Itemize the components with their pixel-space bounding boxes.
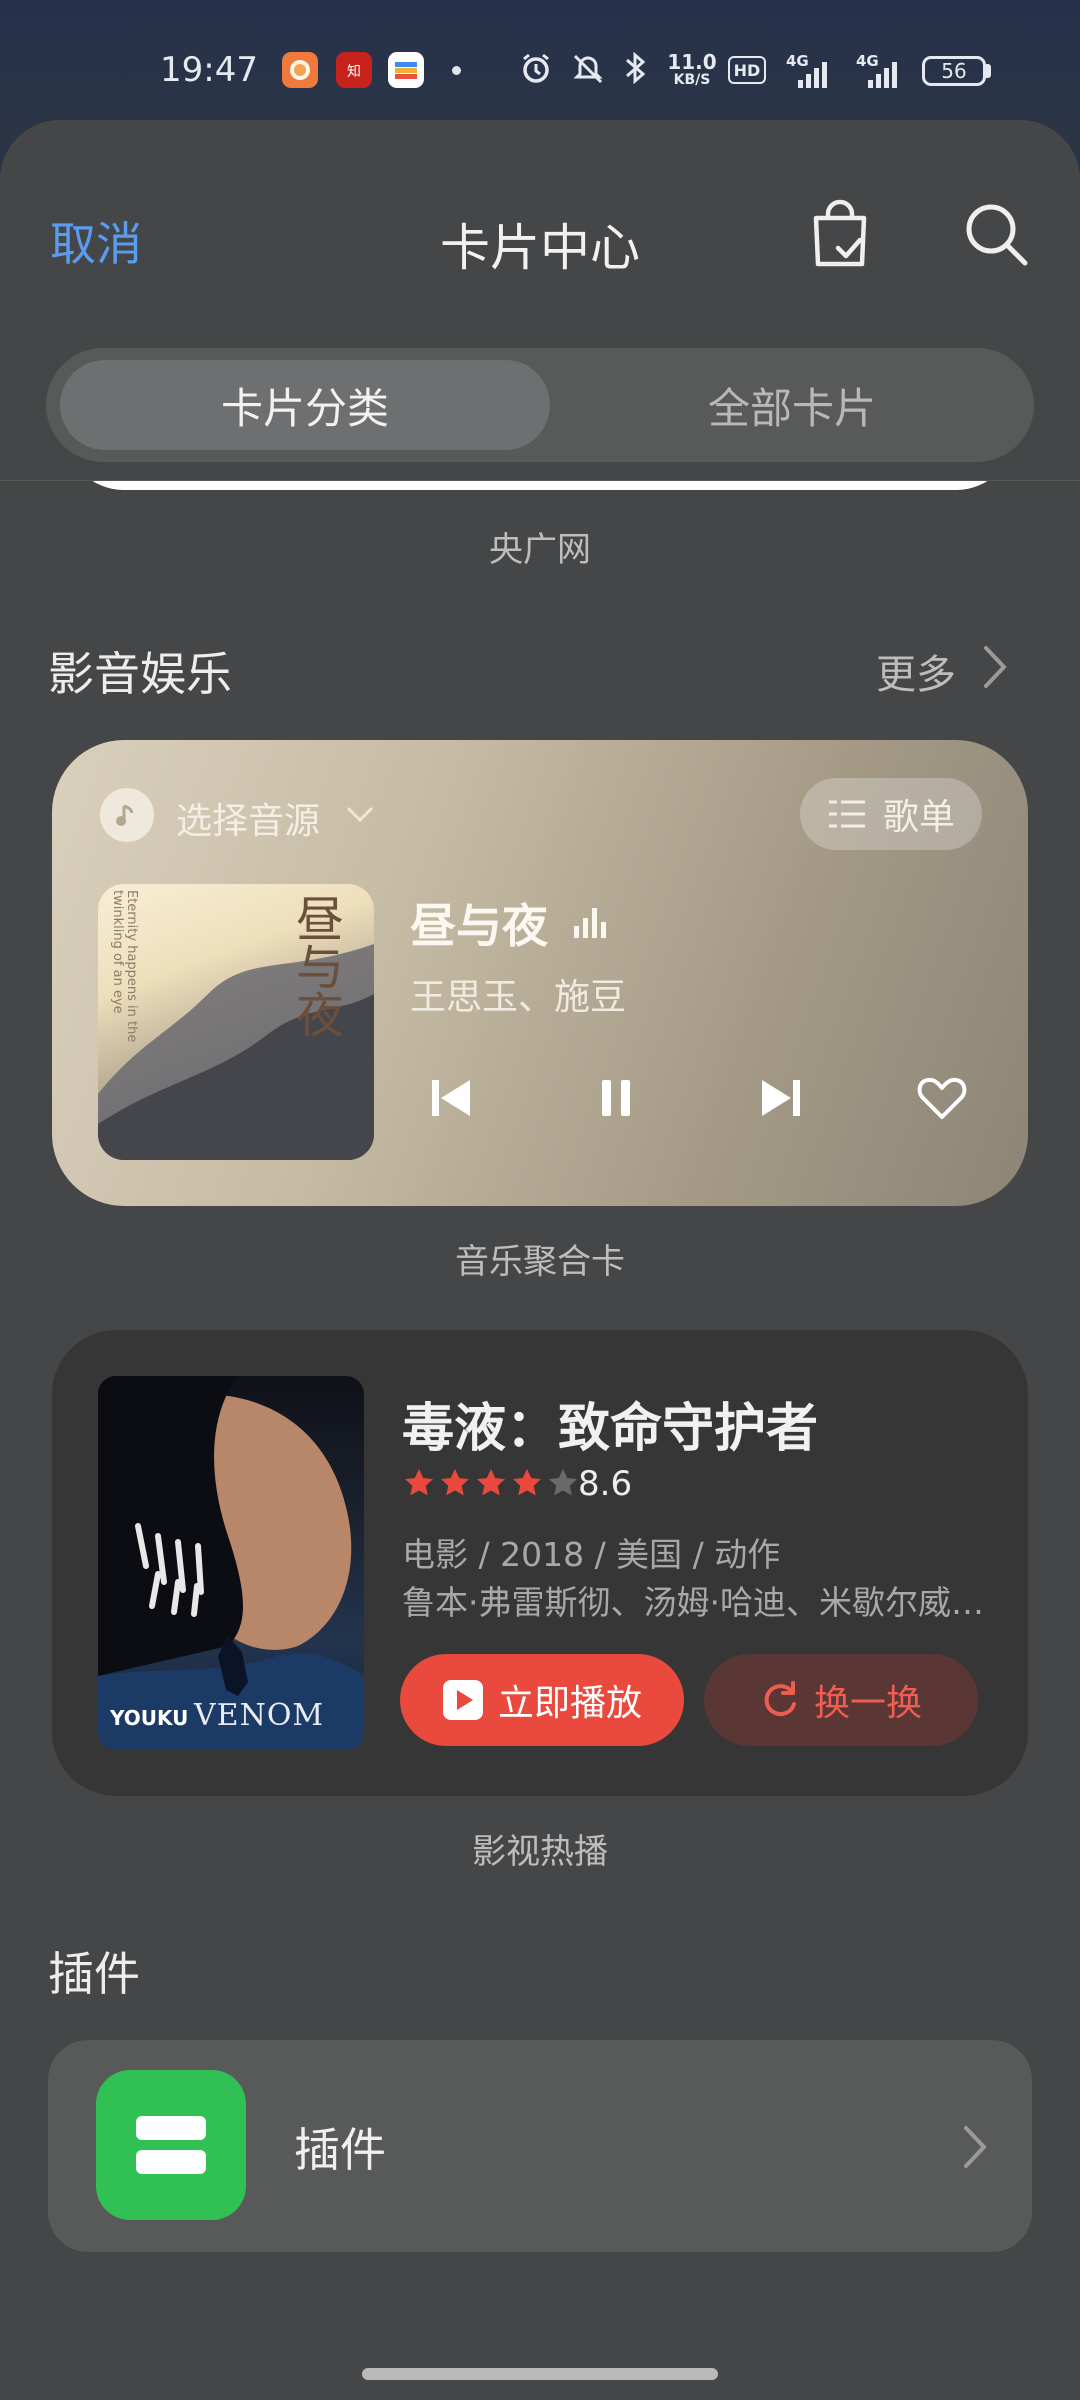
album-cover[interactable]: 昼与夜 Eternity happens in the twinkling of… bbox=[98, 884, 374, 1160]
category-segmented-control: 卡片分类 全部卡片 bbox=[46, 348, 1034, 462]
chevron-right-icon bbox=[964, 2126, 987, 2168]
chevron-down-icon[interactable] bbox=[344, 802, 376, 826]
poster-brand: YOUKU bbox=[110, 1706, 189, 1730]
card-center-sheet: 央广网 影音娱乐 更多 选择音源 歌单 昼与夜 Eternity happens… bbox=[0, 120, 1080, 2400]
heart-icon[interactable] bbox=[914, 1070, 970, 1126]
orange-app-icon bbox=[282, 52, 318, 88]
battery-level: 56 bbox=[941, 59, 967, 83]
cover-side-text: Eternity happens in the twinkling of an … bbox=[110, 890, 138, 1043]
page-title: 卡片中心 bbox=[440, 219, 640, 277]
movie-title: 毒液：致命守护者 bbox=[402, 1399, 819, 1459]
signal-2: 4G bbox=[856, 52, 906, 90]
plugin-icon-bar-bottom bbox=[136, 2150, 206, 2174]
movie-poster[interactable]: YOUKU VENOM bbox=[98, 1376, 364, 1750]
more-link[interactable]: 更多 bbox=[876, 642, 956, 700]
status-bar: 19:47 知 11.0 KB/S HD 4G 4G 56 bbox=[0, 0, 1080, 120]
plugin-icon-bar-top bbox=[136, 2116, 206, 2140]
playlist-label: 歌单 bbox=[882, 797, 955, 838]
poster-title: VENOM bbox=[194, 1698, 325, 1733]
battery-indicator: 56 bbox=[922, 56, 986, 86]
swap-button[interactable]: 换一换 bbox=[704, 1654, 978, 1746]
net-speed-unit: KB/S bbox=[673, 72, 711, 88]
movie-cast: 鲁本·弗雷斯彻、汤姆·哈迪、米歇尔威… bbox=[402, 1583, 984, 1622]
movie-rating: 8.6 bbox=[578, 1464, 633, 1504]
tab-all-cards[interactable]: 全部卡片 bbox=[550, 360, 1034, 450]
hd-badge: HD bbox=[728, 56, 766, 84]
music-aggregate-card[interactable]: 选择音源 歌单 昼与夜 Eternity happens in the twin… bbox=[52, 740, 1028, 1206]
home-indicator[interactable] bbox=[362, 2368, 718, 2380]
sheet-header: 取消 卡片中心 卡片分类 全部卡片 bbox=[0, 120, 1080, 480]
poster-artwork bbox=[98, 1376, 364, 1750]
playlist-button[interactable]: 歌单 bbox=[800, 778, 982, 850]
pause-icon[interactable] bbox=[588, 1070, 644, 1126]
song-title: 昼与夜 bbox=[410, 899, 548, 953]
hd-label: HD bbox=[733, 60, 761, 80]
previous-track-icon[interactable] bbox=[424, 1070, 480, 1126]
swap-label: 换一换 bbox=[813, 1683, 922, 1724]
play-icon bbox=[442, 1680, 483, 1720]
chevron-right-icon[interactable] bbox=[980, 642, 1010, 692]
search-icon[interactable] bbox=[962, 200, 1030, 268]
movie-card-label: 影视热播 bbox=[472, 1832, 608, 1872]
mute-icon bbox=[568, 48, 608, 88]
bluetooth-icon bbox=[618, 48, 654, 88]
music-note-icon bbox=[100, 788, 154, 842]
plugin-name: 插件 bbox=[294, 2123, 386, 2177]
tab-card-categories[interactable]: 卡片分类 bbox=[60, 360, 550, 450]
hot-movie-card[interactable]: YOUKU VENOM 毒液：致命守护者 8.6 电影 / 2018 / 美国 … bbox=[52, 1330, 1028, 1796]
star-rating bbox=[402, 1466, 582, 1502]
section-title-plugin: 插件 bbox=[48, 1947, 140, 2001]
equalizer-icon bbox=[574, 908, 606, 938]
play-now-label: 立即播放 bbox=[497, 1683, 642, 1724]
svg-text:知: 知 bbox=[347, 63, 361, 80]
previous-card-label: 央广网 bbox=[489, 530, 591, 570]
next-track-icon[interactable] bbox=[752, 1070, 808, 1126]
stars-icon bbox=[405, 1469, 577, 1496]
music-card-label: 音乐聚合卡 bbox=[455, 1242, 625, 1282]
plugin-list-item[interactable]: 插件 bbox=[48, 2040, 1032, 2252]
play-now-button[interactable]: 立即播放 bbox=[400, 1654, 684, 1746]
status-time: 19:47 bbox=[160, 50, 258, 90]
plugin-icon bbox=[96, 2070, 246, 2220]
song-artist: 王思玉、施豆 bbox=[410, 977, 627, 1018]
refresh-icon bbox=[764, 1681, 796, 1717]
zhihu-app-icon: 知 bbox=[336, 52, 372, 88]
header-divider bbox=[0, 480, 1080, 481]
alarm-icon bbox=[516, 48, 556, 88]
more-notifications-dot bbox=[452, 66, 461, 75]
wallet-app-icon bbox=[388, 52, 424, 88]
list-icon bbox=[828, 800, 865, 828]
shopping-bag-check-icon[interactable] bbox=[808, 198, 872, 270]
battery-tip bbox=[986, 64, 991, 78]
cover-title: 昼与夜 bbox=[287, 894, 343, 1038]
section-title-media: 影音娱乐 bbox=[48, 647, 232, 701]
movie-meta: 电影 / 2018 / 美国 / 动作 bbox=[402, 1535, 781, 1574]
signal-1: 4G bbox=[786, 52, 836, 90]
net-speed-value: 11.0 bbox=[667, 50, 717, 74]
net-speed: 11.0 KB/S bbox=[664, 52, 720, 88]
select-source-button[interactable]: 选择音源 bbox=[176, 792, 320, 844]
